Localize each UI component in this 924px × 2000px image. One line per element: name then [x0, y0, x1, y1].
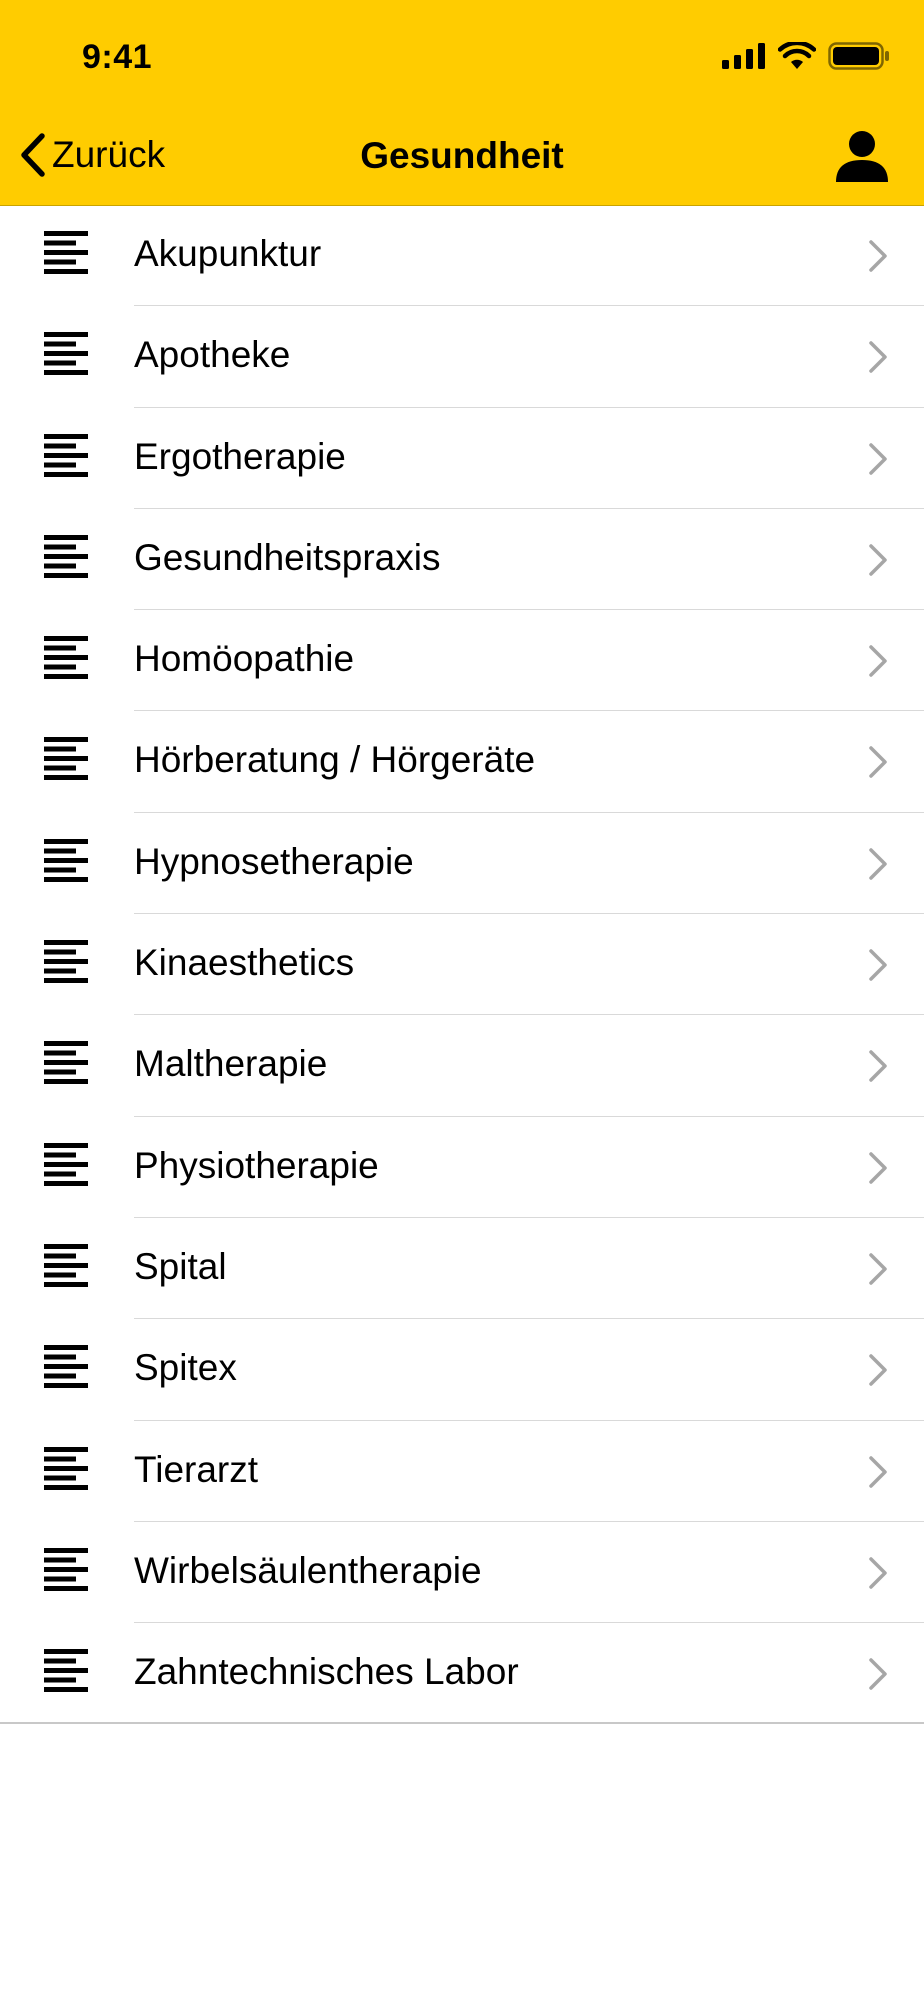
list-item[interactable]: Apotheke — [0, 306, 924, 408]
list-lines-icon — [44, 636, 88, 680]
separator — [0, 1722, 924, 1725]
list-item[interactable]: Kinaesthetics — [0, 914, 924, 1016]
list-item-label: Hörberatung / Hörgeräte — [134, 739, 536, 781]
navigation-header: 9:41 Zurück Gesundheit — [0, 0, 924, 206]
list-item[interactable]: Homöopathie — [0, 610, 924, 712]
chevron-right-icon — [869, 442, 887, 475]
list-item-label: Apotheke — [134, 334, 291, 376]
list-lines-icon — [44, 1446, 88, 1490]
chevron-right-icon — [869, 645, 887, 677]
list-lines-icon — [44, 1041, 88, 1085]
list-item[interactable]: Tierarzt — [0, 1421, 924, 1522]
list-lines-icon — [44, 534, 88, 578]
chevron-right-icon — [869, 1658, 887, 1690]
list-item-label: Spital — [134, 1245, 227, 1287]
list-lines-icon — [44, 1142, 88, 1186]
list-lines-icon — [44, 231, 88, 274]
list-item-label: Tierarzt — [134, 1448, 259, 1490]
list-item[interactable]: Maltherapie — [0, 1015, 924, 1117]
battery-icon — [828, 42, 889, 70]
chevron-right-icon — [869, 1557, 887, 1589]
list-lines-icon — [44, 332, 88, 376]
list-item-label: Akupunktur — [134, 233, 322, 274]
chevron-right-icon — [869, 848, 887, 880]
list-lines-icon — [44, 838, 88, 882]
chevron-right-icon — [869, 1050, 887, 1083]
list-lines-icon — [44, 940, 88, 984]
list-item-label: Kinaesthetics — [134, 942, 355, 984]
list-item[interactable]: Spital — [0, 1218, 924, 1320]
list-lines-icon — [44, 1345, 88, 1389]
list-item[interactable]: Gesundheitspraxis — [0, 509, 924, 611]
list-item-label: Maltherapie — [134, 1043, 328, 1085]
list-lines-icon — [44, 433, 88, 477]
list-item-label: Zahntechnisches Labor — [134, 1651, 519, 1693]
status-time: 9:41 — [82, 38, 153, 76]
cellular-signal-icon — [722, 43, 765, 69]
list-item[interactable]: Hypnosetherapie — [0, 813, 924, 915]
chevron-right-icon — [869, 746, 887, 779]
status-icons — [722, 42, 890, 70]
page-title: Gesundheit — [360, 135, 564, 176]
list-item[interactable]: Hörberatung / Hörgeräte — [0, 711, 924, 813]
chevron-right-icon — [869, 341, 887, 374]
list-item-label: Physiotherapie — [134, 1144, 379, 1186]
list-lines-icon — [44, 1547, 88, 1591]
list-item-label: Homöopathie — [134, 638, 355, 680]
wifi-icon — [778, 42, 816, 69]
list-item-label: Ergotherapie — [134, 435, 346, 477]
chevron-right-icon — [869, 1151, 887, 1184]
list-item[interactable]: Zahntechnisches Labor — [0, 1623, 924, 1725]
list-lines-icon — [44, 737, 88, 781]
chevron-right-icon — [869, 1253, 887, 1285]
list-item[interactable]: Akupunktur — [0, 205, 924, 307]
list-item-label: Wirbelsäulentherapie — [134, 1549, 482, 1591]
list-item[interactable]: Ergotherapie — [0, 408, 924, 509]
list-item[interactable]: Wirbelsäulentherapie — [0, 1522, 924, 1624]
chevron-right-icon — [869, 1455, 887, 1488]
category-list: Akupunktur Apotheke Ergotherapie Gesundh… — [0, 205, 924, 1725]
list-item[interactable]: Spitex — [0, 1319, 924, 1421]
list-item-label: Hypnosetherapie — [134, 840, 414, 882]
list-lines-icon — [44, 1649, 88, 1693]
chevron-right-icon — [869, 544, 887, 576]
chevron-right-icon — [869, 949, 887, 981]
list-item-label: Gesundheitspraxis — [134, 536, 441, 578]
chevron-right-icon — [869, 240, 887, 272]
person-icon[interactable] — [834, 128, 890, 184]
chevron-right-icon — [869, 1354, 887, 1387]
list-lines-icon — [44, 1243, 88, 1287]
list-item[interactable]: Physiotherapie — [0, 1117, 924, 1218]
list-item-label: Spitex — [134, 1347, 237, 1389]
